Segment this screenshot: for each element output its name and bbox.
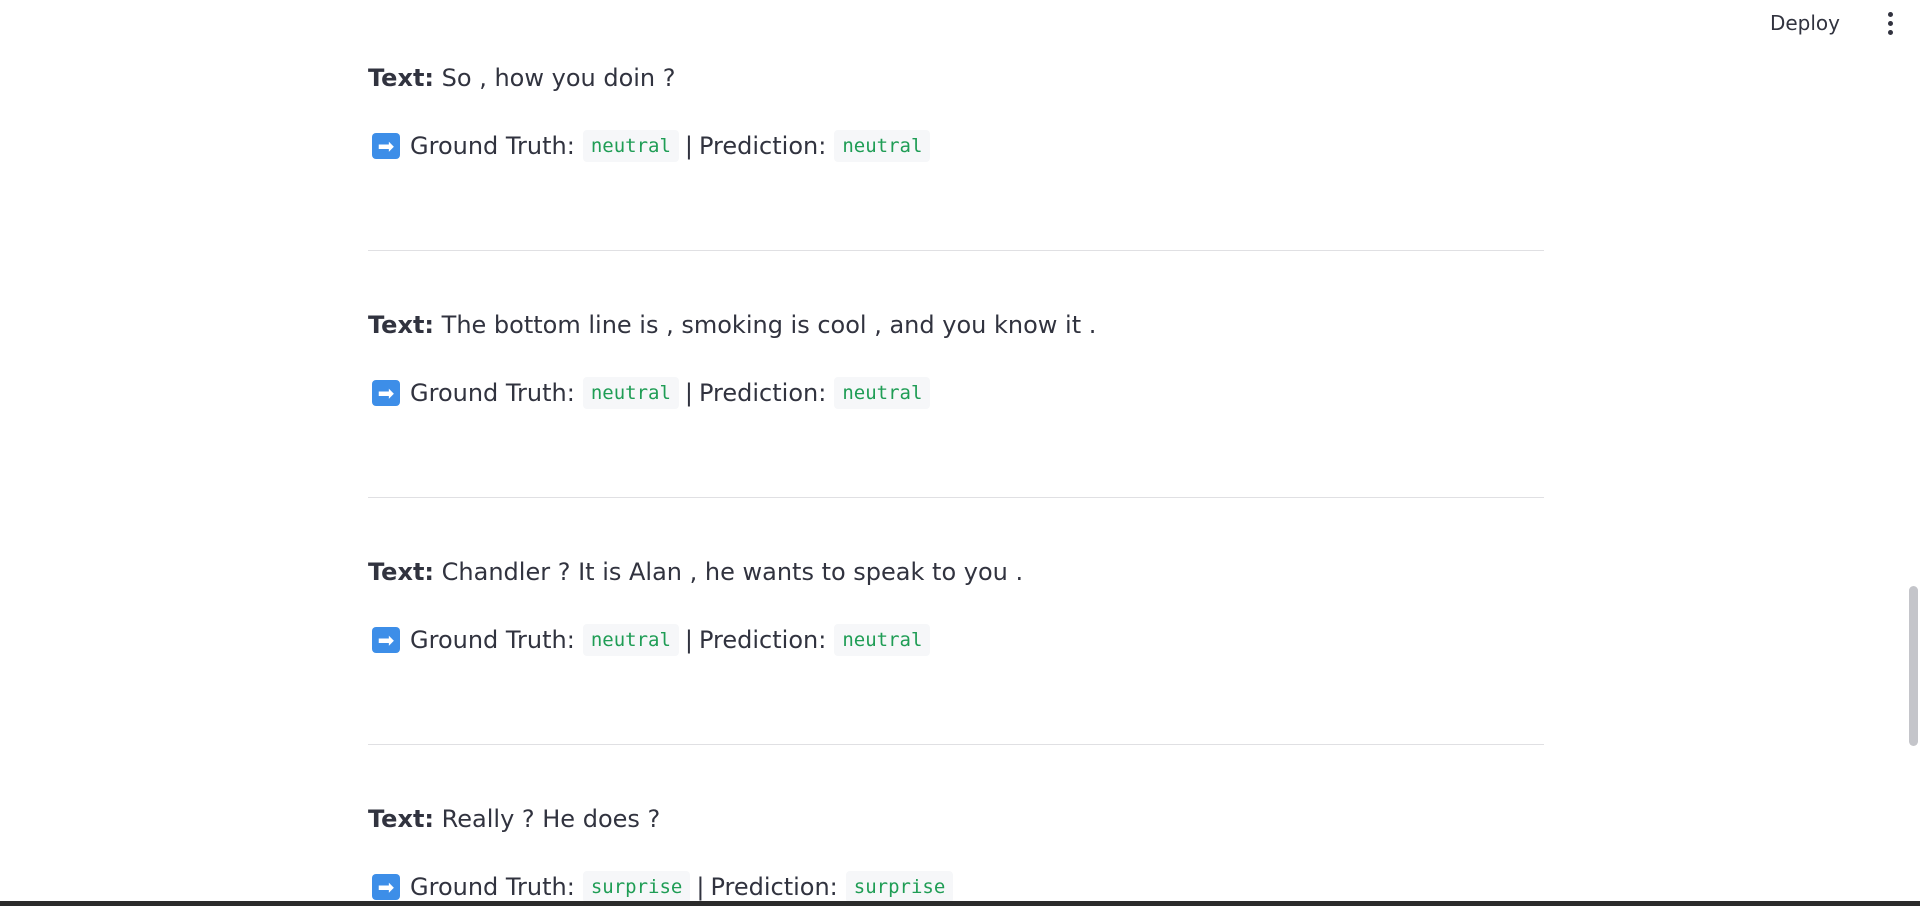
utterance-value: Chandler ? It is Alan , he wants to spea… xyxy=(441,558,1024,586)
right-arrow-icon: ➡ xyxy=(372,627,400,653)
result-line: ➡ Ground Truth: neutral | Prediction: ne… xyxy=(368,375,931,411)
separator: | xyxy=(696,873,705,901)
utterance-value: The bottom line is , smoking is cool , a… xyxy=(441,311,1097,339)
result-line: ➡ Ground Truth: surprise | Prediction: s… xyxy=(368,869,954,905)
vertical-scrollbar[interactable] xyxy=(1906,0,1920,906)
prediction-label: Prediction: xyxy=(699,132,827,160)
ground-truth-value: neutral xyxy=(582,130,679,162)
app-viewport: Deploy Text: So , how you doin ? ➡ Groun… xyxy=(0,0,1920,906)
text-label: Text: xyxy=(368,558,435,586)
result-line: ➡ Ground Truth: neutral | Prediction: ne… xyxy=(368,128,931,164)
right-arrow-icon: ➡ xyxy=(372,380,400,406)
prediction-label: Prediction: xyxy=(710,873,838,901)
separator: | xyxy=(684,132,693,160)
utterance-text: Text: The bottom line is , smoking is co… xyxy=(368,309,1096,341)
scrollbar-thumb[interactable] xyxy=(1909,586,1918,746)
menu-dot xyxy=(1887,11,1893,17)
text-label: Text: xyxy=(368,64,435,92)
ground-truth-label: Ground Truth: xyxy=(410,626,575,654)
divider xyxy=(368,497,1544,498)
ground-truth-value: neutral xyxy=(582,377,679,409)
ground-truth-label: Ground Truth: xyxy=(410,873,575,901)
menu-dot xyxy=(1887,29,1893,35)
utterance-text: Text: Chandler ? It is Alan , he wants t… xyxy=(368,556,1023,588)
ground-truth-label: Ground Truth: xyxy=(410,379,575,407)
ground-truth-value: neutral xyxy=(582,624,679,656)
divider xyxy=(368,250,1544,251)
prediction-label: Prediction: xyxy=(699,626,827,654)
prediction-value: neutral xyxy=(834,624,931,656)
separator: | xyxy=(684,626,693,654)
prediction-value: neutral xyxy=(834,377,931,409)
divider xyxy=(368,744,1544,745)
ground-truth-value: surprise xyxy=(582,871,691,903)
utterance-text: Text: So , how you doin ? xyxy=(368,62,676,94)
bottom-edge-bar xyxy=(0,901,1920,906)
right-arrow-icon: ➡ xyxy=(372,874,400,900)
separator: | xyxy=(684,379,693,407)
app-toolbar: Deploy xyxy=(1756,0,1920,46)
text-label: Text: xyxy=(368,311,435,339)
result-line: ➡ Ground Truth: neutral | Prediction: ne… xyxy=(368,622,931,658)
prediction-value: neutral xyxy=(834,130,931,162)
menu-dot xyxy=(1887,20,1893,26)
utterance-value: So , how you doin ? xyxy=(441,64,676,92)
utterance-value: Really ? He does ? xyxy=(441,805,661,833)
utterance-text: Text: Really ? He does ? xyxy=(368,803,660,835)
vertical-ellipsis-icon[interactable] xyxy=(1880,8,1900,38)
deploy-button[interactable]: Deploy xyxy=(1756,3,1854,43)
prediction-value: surprise xyxy=(845,871,954,903)
right-arrow-icon: ➡ xyxy=(372,133,400,159)
ground-truth-label: Ground Truth: xyxy=(410,132,575,160)
text-label: Text: xyxy=(368,805,435,833)
prediction-label: Prediction: xyxy=(699,379,827,407)
